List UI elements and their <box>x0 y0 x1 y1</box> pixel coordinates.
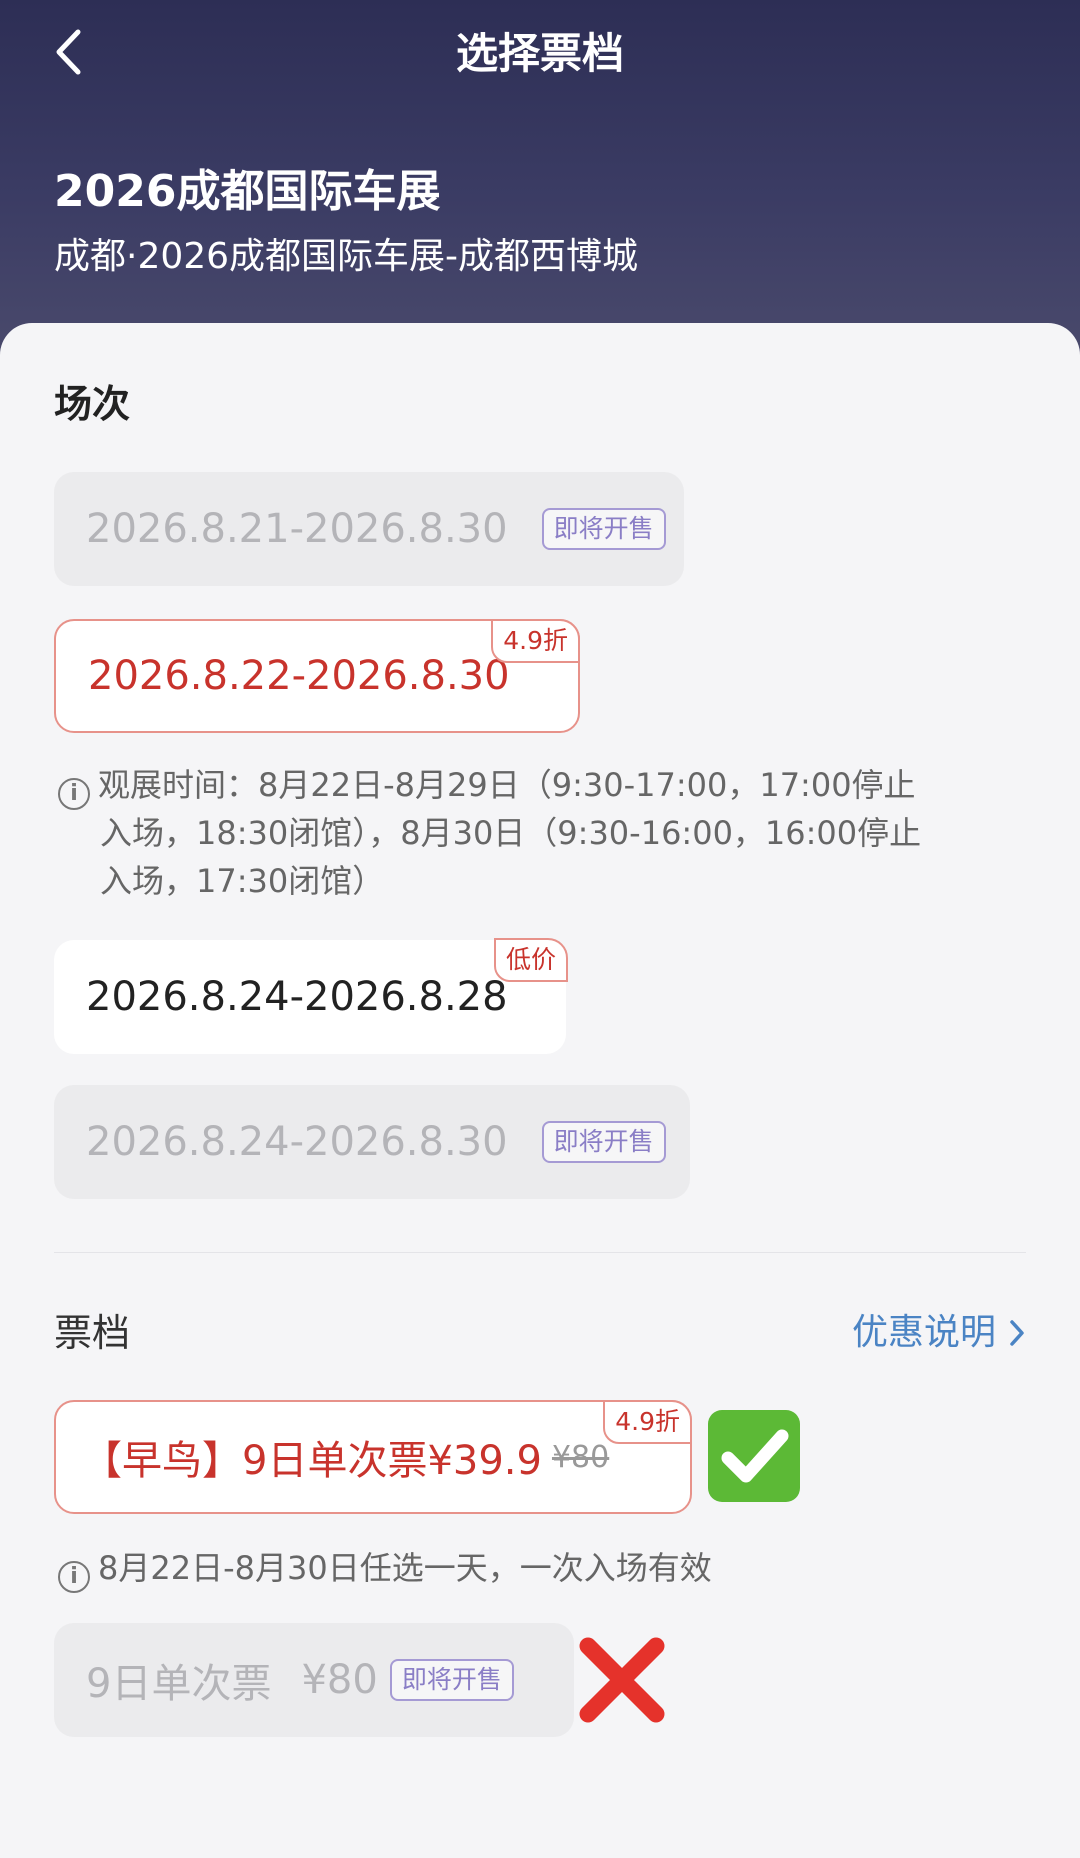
ticket-label: 9日单次票 <box>86 1661 272 1707</box>
session-date-label: 2026.8.21-2026.8.30 <box>86 506 508 552</box>
session-date-label: 2026.8.24-2026.8.30 <box>86 1119 508 1165</box>
sessions-section-title: 场次 <box>54 382 131 426</box>
session-date-label: 2026.8.24-2026.8.28 <box>86 974 508 1020</box>
session-option[interactable]: 2026.8.21-2026.8.30 即将开售 <box>54 472 684 586</box>
coming-soon-badge: 即将开售 <box>389 1659 514 1701</box>
ticket-note: i 8月22日-8月30日任选一天，一次入场有效 <box>58 1544 998 1593</box>
event-subtitle: 成都·2026成都国际车展-成都西博城 <box>54 236 639 277</box>
info-icon: i <box>58 1561 90 1593</box>
session-option[interactable]: 2026.8.24-2026.8.30 即将开售 <box>54 1085 690 1199</box>
promo-link-label: 优惠说明 <box>851 1312 996 1353</box>
event-title: 2026成都国际车展 <box>54 166 441 217</box>
coming-soon-badge: 即将开售 <box>541 508 666 550</box>
ticket-option[interactable]: 9日单次票 ¥80 即将开售 <box>54 1623 574 1737</box>
original-price: ¥80 <box>551 1439 610 1475</box>
cross-mark-icon <box>579 1637 665 1723</box>
chevron-right-icon <box>1010 1320 1024 1346</box>
section-divider <box>54 1252 1026 1253</box>
ticket-option-selected[interactable]: 【早鸟】9日单次票¥39.9 ¥80 4.9折 <box>54 1400 692 1514</box>
session-option[interactable]: 2026.8.24-2026.8.28 低价 <box>54 938 568 1054</box>
promo-info-link[interactable]: 优惠说明 <box>852 1308 1026 1358</box>
session-note: i 观展时间：8月22日-8月29日（9:30-17:00，17:00停止 <box>58 761 998 810</box>
session-note-line: 入场，17:30闭馆） <box>100 862 385 900</box>
session-option-selected[interactable]: 2026.8.22-2026.8.30 4.9折 <box>54 619 580 733</box>
session-note-line: 入场，18:30闭馆），8月30日（9:30-16:00，16:00停止 <box>100 814 922 852</box>
session-date-label: 2026.8.22-2026.8.30 <box>88 653 510 699</box>
ticket-price: ¥80 <box>301 1657 378 1703</box>
coming-soon-badge: 即将开售 <box>541 1121 666 1163</box>
tickets-section-title: 票档 <box>54 1311 131 1355</box>
low-price-tag: 低价 <box>493 938 568 982</box>
discount-tag: 4.9折 <box>491 619 580 663</box>
ticket-label: 【早鸟】9日单次票¥39.9 <box>82 1438 542 1484</box>
check-mark-icon <box>708 1410 800 1502</box>
page-title: 选择票档 <box>455 29 624 78</box>
info-icon: i <box>58 778 90 810</box>
ticket-note-text: 8月22日-8月30日任选一天，一次入场有效 <box>98 1549 712 1587</box>
session-note-line: 观展时间：8月22日-8月29日（9:30-17:00，17:00停止 <box>98 766 916 804</box>
discount-tag: 4.9折 <box>603 1400 692 1444</box>
header: 选择票档 2026成都国际车展 成都·2026成都国际车展-成都西博城 <box>0 0 1080 360</box>
